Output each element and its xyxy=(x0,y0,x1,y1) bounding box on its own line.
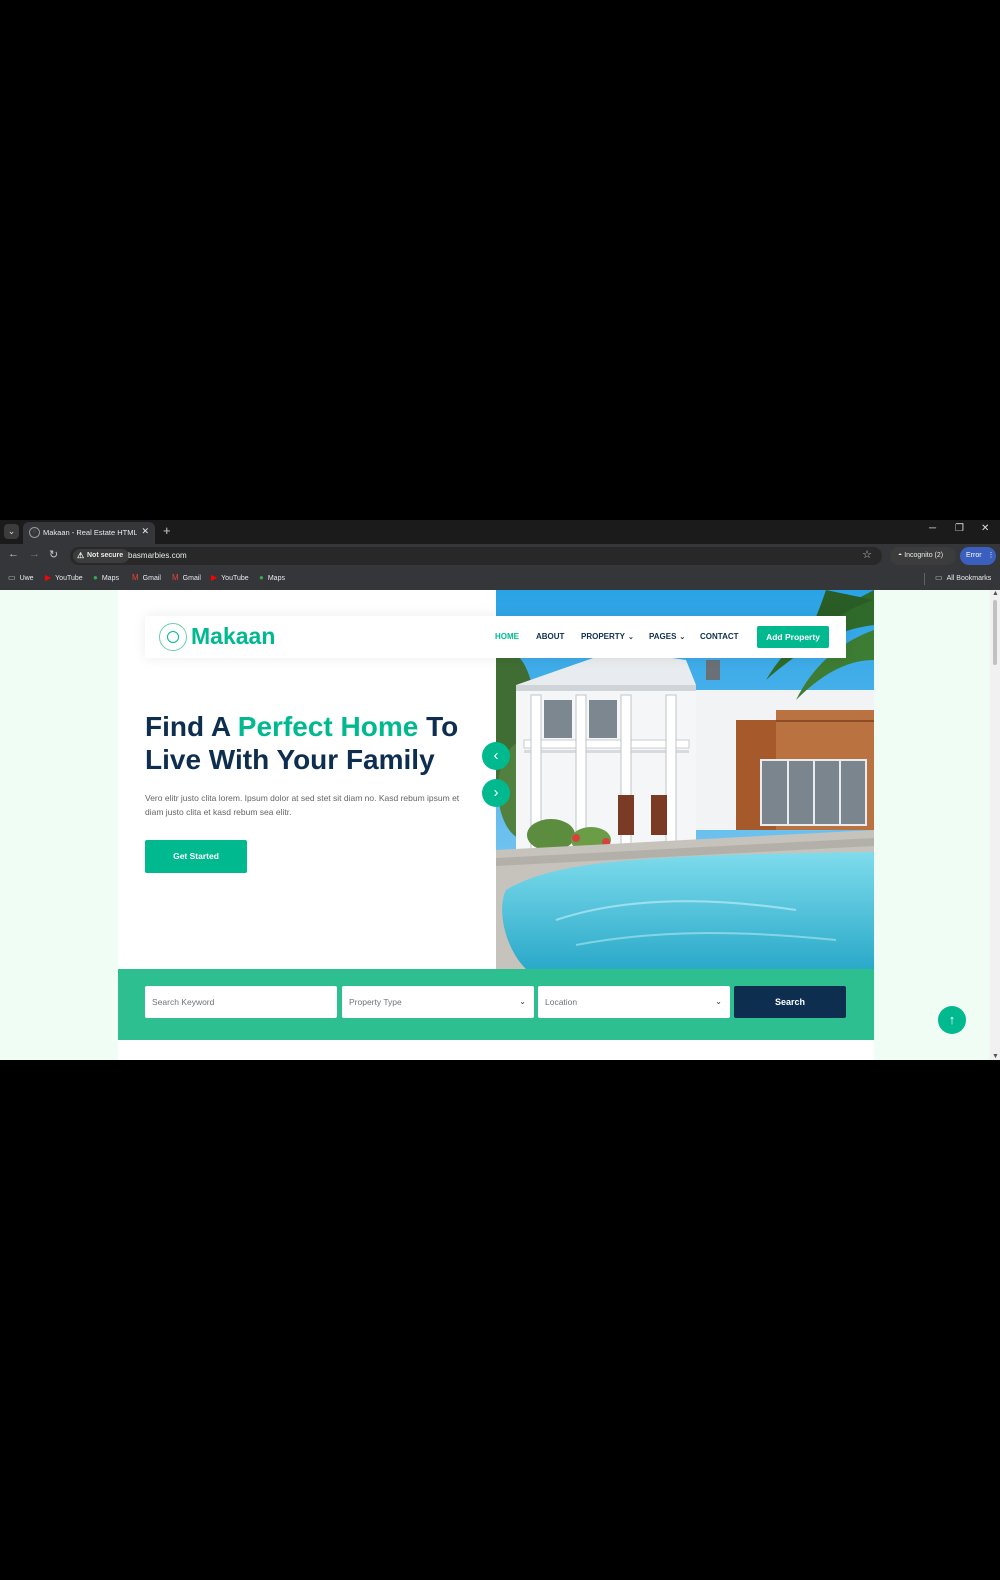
gmail-icon: M xyxy=(132,573,139,582)
property-type-value: Property Type xyxy=(349,997,402,1007)
bookmark-item[interactable]: M Gmail xyxy=(172,573,201,582)
chevron-right-icon: › xyxy=(493,784,499,801)
headline-part-1: Find A xyxy=(145,711,238,742)
close-icon[interactable]: ✕ xyxy=(141,526,149,537)
nav-pages[interactable]: PAGES ⌄ xyxy=(649,632,685,641)
chevron-down-icon: ⌄ xyxy=(679,634,686,641)
chevron-down-icon: ⌄ xyxy=(715,997,722,1006)
nav-property[interactable]: PROPERTY ⌄ xyxy=(581,632,634,641)
bookmark-separator xyxy=(924,573,925,585)
back-to-top-button[interactable]: ↑ xyxy=(938,1006,966,1034)
arrow-up-icon: ↑ xyxy=(948,1012,956,1027)
error-label: Error xyxy=(966,552,982,559)
bookmark-item[interactable]: ▶ YouTube xyxy=(45,573,83,582)
incognito-label: Incognito (2) xyxy=(904,552,944,559)
globe-icon: ◌ xyxy=(29,527,40,538)
browser-chrome: ⌄ ◌ Makaan - Real Estate HTML Tem ✕ + ─ … xyxy=(0,520,1000,590)
youtube-icon: ▶ xyxy=(211,573,218,582)
nav-about[interactable]: ABOUT xyxy=(536,632,564,641)
page-scrollbar[interactable]: ▲ ▼ xyxy=(990,590,1000,1060)
star-icon[interactable]: ☆ xyxy=(862,548,872,561)
all-bookmarks-label: All Bookmarks xyxy=(946,575,992,582)
bookmark-item[interactable]: ▭ Uwe xyxy=(8,573,34,582)
nav-contact[interactable]: CONTACT xyxy=(700,632,739,641)
search-keyword-input[interactable]: Search Keyword xyxy=(145,986,337,1018)
bookmark-label: Maps xyxy=(267,575,285,582)
brand-name[interactable]: Makaan xyxy=(191,623,275,650)
bookmark-item[interactable]: ▶ YouTube xyxy=(211,573,249,582)
bookmark-label: YouTube xyxy=(221,575,249,582)
bookmark-item[interactable]: ● Maps xyxy=(93,573,119,582)
logo-icon[interactable] xyxy=(159,623,187,651)
headline-accent: Perfect Home xyxy=(237,711,419,742)
maps-icon: ● xyxy=(259,573,264,582)
tab-title: Makaan - Real Estate HTML Tem xyxy=(43,528,137,537)
restore-icon[interactable]: ❐ xyxy=(955,523,964,534)
nav-property-label: PROPERTY xyxy=(581,632,626,641)
chevron-left-icon: ‹ xyxy=(493,747,499,764)
bookmark-label: Maps xyxy=(101,575,119,582)
hero-headline: Find A Perfect Home To Live With Your Fa… xyxy=(145,710,485,776)
scroll-down-icon[interactable]: ▼ xyxy=(992,1053,999,1060)
browser-toolbar: ← → ↻ ⚠ Not secure basmarbies.com ☆ ◓ In… xyxy=(0,544,1000,568)
security-label: Not secure xyxy=(87,552,124,559)
bookmark-item[interactable]: M Gmail xyxy=(132,573,161,582)
carousel-prev-button[interactable]: ‹ xyxy=(482,742,510,770)
tab-strip: ⌄ ◌ Makaan - Real Estate HTML Tem ✕ + ─ … xyxy=(0,520,1000,544)
scroll-thumb[interactable] xyxy=(993,600,997,665)
incognito-badge[interactable]: ◓ Incognito (2) xyxy=(890,547,956,565)
search-band: Search Keyword Property Type ⌄ Location ⌄ … xyxy=(118,969,874,1040)
add-property-button[interactable]: Add Property xyxy=(757,626,829,648)
plus-icon[interactable]: + xyxy=(163,523,171,538)
site-navbar: Makaan HOME ABOUT PROPERTY ⌄ PAGES ⌄ CONTA… xyxy=(145,616,846,658)
nav-home[interactable]: HOME xyxy=(495,632,519,641)
location-value: Location xyxy=(545,997,578,1007)
minimize-icon[interactable]: ─ xyxy=(929,523,936,534)
bookmarks-bar: ▭ Uwe ▶ YouTube ● Maps M Gmail M Gmail ▶ YouTu… xyxy=(0,568,1000,590)
chevron-down-icon: ⌄ xyxy=(519,997,526,1006)
gmail-icon: M xyxy=(172,573,179,582)
hero-container: Makaan HOME ABOUT PROPERTY ⌄ PAGES ⌄ CONTA… xyxy=(118,590,874,1060)
folder-icon: ▭ xyxy=(8,573,16,582)
url-text[interactable]: basmarbies.com xyxy=(128,551,187,560)
forward-icon[interactable]: → xyxy=(29,548,40,560)
bookmark-label: Uwe xyxy=(19,575,34,582)
chevron-down-icon: ⌄ xyxy=(628,634,634,641)
all-bookmarks[interactable]: ▭ All Bookmarks xyxy=(935,573,991,582)
bookmark-label: YouTube xyxy=(55,575,83,582)
bookmark-label: Gmail xyxy=(142,575,161,582)
location-select[interactable]: Location ⌄ xyxy=(538,986,730,1018)
folder-icon: ▭ xyxy=(935,573,943,582)
search-button[interactable]: Search xyxy=(734,986,846,1018)
property-type-select[interactable]: Property Type ⌄ xyxy=(342,986,534,1018)
window-close-icon[interactable]: ✕ xyxy=(981,523,989,534)
kebab-icon: ⋮ xyxy=(987,552,995,559)
security-chip[interactable]: ⚠ Not secure xyxy=(73,549,130,563)
maps-icon: ● xyxy=(93,573,98,582)
back-icon[interactable]: ← xyxy=(8,548,19,560)
carousel-next-button[interactable]: › xyxy=(482,779,510,807)
address-bar[interactable]: ⚠ Not secure basmarbies.com ☆ xyxy=(70,547,882,565)
get-started-button[interactable]: Get Started xyxy=(145,840,247,873)
bookmark-item[interactable]: ● Maps xyxy=(259,573,285,582)
nav-pages-label: PAGES xyxy=(649,632,677,641)
warning-icon: ⚠ xyxy=(77,551,85,560)
hero-lead: Vero elitr justo clita lorem. Ipsum dolo… xyxy=(145,793,460,817)
bookmark-label: Gmail xyxy=(182,575,201,582)
youtube-icon: ▶ xyxy=(45,573,52,582)
reload-icon[interactable]: ↻ xyxy=(49,548,58,561)
browser-tab[interactable]: ◌ Makaan - Real Estate HTML Tem ✕ xyxy=(23,522,155,544)
scroll-up-icon[interactable]: ▲ xyxy=(992,590,999,597)
error-button[interactable]: Error ⋮ xyxy=(960,547,996,565)
page-viewport: Makaan HOME ABOUT PROPERTY ⌄ PAGES ⌄ CONTA… xyxy=(0,590,1000,1060)
tab-search-icon[interactable]: ⌄ xyxy=(4,524,19,539)
